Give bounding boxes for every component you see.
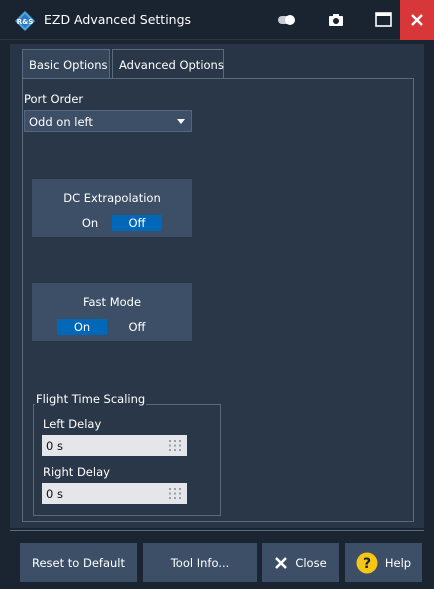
flight-time-scaling-title: Flight Time Scaling bbox=[35, 392, 147, 406]
help-button[interactable]: ? Help bbox=[345, 543, 422, 582]
help-icon: ? bbox=[356, 552, 378, 573]
fast-mode-on-button[interactable]: On bbox=[57, 319, 107, 335]
right-delay-label: Right Delay bbox=[43, 465, 110, 479]
screenshot-button[interactable] bbox=[322, 6, 352, 34]
keypad-icon[interactable] bbox=[169, 440, 181, 451]
dc-extrapolation-group: DC Extrapolation On Off bbox=[32, 179, 192, 237]
bottom-divider bbox=[10, 530, 424, 531]
close-icon bbox=[411, 14, 423, 26]
close-label: Close bbox=[295, 555, 327, 570]
reset-to-default-label: Reset to Default bbox=[32, 555, 125, 570]
port-order-dropdown[interactable]: Odd on left bbox=[24, 110, 192, 132]
chevron-down-icon bbox=[177, 119, 185, 124]
window-close-button[interactable] bbox=[400, 0, 434, 40]
dc-extrapolation-on-button[interactable]: On bbox=[65, 215, 115, 231]
left-delay-input[interactable]: 0 s bbox=[42, 435, 187, 456]
close-icon bbox=[275, 556, 288, 569]
maximize-icon bbox=[375, 12, 392, 27]
tab-advanced-options[interactable]: Advanced Options bbox=[112, 49, 224, 78]
tab-basic-options[interactable]: Basic Options bbox=[22, 49, 110, 78]
toggle-icon bbox=[278, 15, 295, 25]
window-title: EZD Advanced Settings bbox=[44, 12, 192, 27]
right-delay-value: 0 s bbox=[46, 487, 63, 501]
reset-to-default-button[interactable]: Reset to Default bbox=[20, 543, 137, 582]
fast-mode-group: Fast Mode On Off bbox=[32, 283, 192, 341]
fast-mode-off-button[interactable]: Off bbox=[112, 319, 162, 335]
help-label: Help bbox=[384, 555, 412, 570]
tool-info-label: Tool Info... bbox=[170, 555, 230, 570]
right-delay-input[interactable]: 0 s bbox=[42, 483, 187, 504]
tool-info-button[interactable]: Tool Info... bbox=[143, 543, 257, 582]
rs-logo-icon: R&S bbox=[15, 11, 35, 31]
left-delay-label: Left Delay bbox=[43, 417, 102, 431]
close-button[interactable]: Close bbox=[262, 543, 339, 582]
port-order-value: Odd on left bbox=[29, 115, 93, 129]
dc-extrapolation-off-button[interactable]: Off bbox=[112, 215, 162, 231]
maximize-button[interactable] bbox=[370, 6, 400, 34]
svg-text:R&S: R&S bbox=[17, 18, 34, 26]
svg-text:?: ? bbox=[363, 556, 371, 572]
camera-icon bbox=[329, 14, 343, 26]
toggle-button[interactable] bbox=[273, 6, 303, 34]
title-bar: R&S EZD Advanced Settings bbox=[0, 0, 434, 40]
left-delay-value: 0 s bbox=[46, 439, 63, 453]
keypad-icon[interactable] bbox=[169, 488, 181, 499]
fast-mode-title: Fast Mode bbox=[82, 295, 142, 309]
dc-extrapolation-title: DC Extrapolation bbox=[63, 191, 161, 205]
port-order-label: Port Order bbox=[24, 92, 84, 106]
